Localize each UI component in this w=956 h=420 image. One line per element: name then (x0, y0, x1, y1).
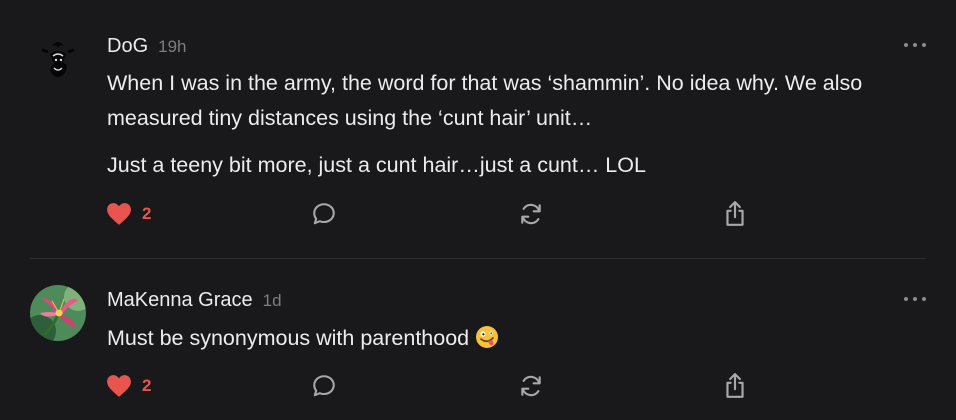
like-count: 2 (142, 204, 152, 223)
like-button[interactable]: 2 (106, 372, 151, 400)
comment-icon (313, 375, 335, 397)
reply-button[interactable] (311, 372, 337, 400)
comment-actions: 2 (106, 200, 746, 228)
restack-icon (521, 375, 541, 397)
avatar-image (30, 32, 86, 88)
comment-paragraph: Must be synonymous with parenthood (107, 321, 907, 356)
restack-icon (521, 203, 541, 225)
restack-button[interactable] (518, 372, 544, 400)
avatar-image (30, 285, 86, 341)
more-options-button[interactable] (904, 40, 926, 50)
heart-icon (107, 203, 131, 225)
comment-paragraph: When I was in the army, the word for tha… (107, 71, 863, 130)
more-dot (913, 297, 917, 301)
more-dot (922, 43, 926, 47)
share-icon (726, 373, 744, 398)
comment-icon (313, 203, 335, 225)
comment-body: When I was in the army, the word for tha… (107, 66, 907, 183)
share-button[interactable] (722, 200, 748, 228)
like-count: 2 (142, 376, 152, 395)
more-options-button[interactable] (904, 294, 926, 304)
timestamp[interactable]: 1d (263, 291, 282, 311)
author-name[interactable]: DoG (107, 35, 148, 58)
comment-header: MaKenna Grace 1d (107, 289, 282, 312)
share-icon (726, 201, 744, 226)
zany-face-emoji-icon (476, 326, 499, 348)
comment-paragraph: Just a teeny bit more, just a cunt hair…… (107, 153, 646, 177)
more-dot (904, 297, 908, 301)
avatar[interactable] (30, 32, 86, 88)
avatar[interactable] (30, 285, 86, 341)
comment-body: Must be synonymous with parenthood (107, 321, 907, 356)
author-name[interactable]: MaKenna Grace (107, 289, 253, 312)
more-dot (922, 297, 926, 301)
more-dot (904, 43, 908, 47)
comment-text: Must be synonymous with parenthood (107, 326, 470, 350)
restack-button[interactable] (518, 200, 544, 228)
comment-actions: 2 (106, 372, 746, 400)
more-dot (913, 43, 917, 47)
like-button[interactable]: 2 (106, 200, 151, 228)
timestamp[interactable]: 19h (158, 37, 186, 57)
reply-button[interactable] (311, 200, 337, 228)
heart-icon (107, 375, 131, 397)
divider (30, 258, 926, 259)
share-button[interactable] (722, 372, 748, 400)
comment-header: DoG 19h (107, 35, 187, 58)
